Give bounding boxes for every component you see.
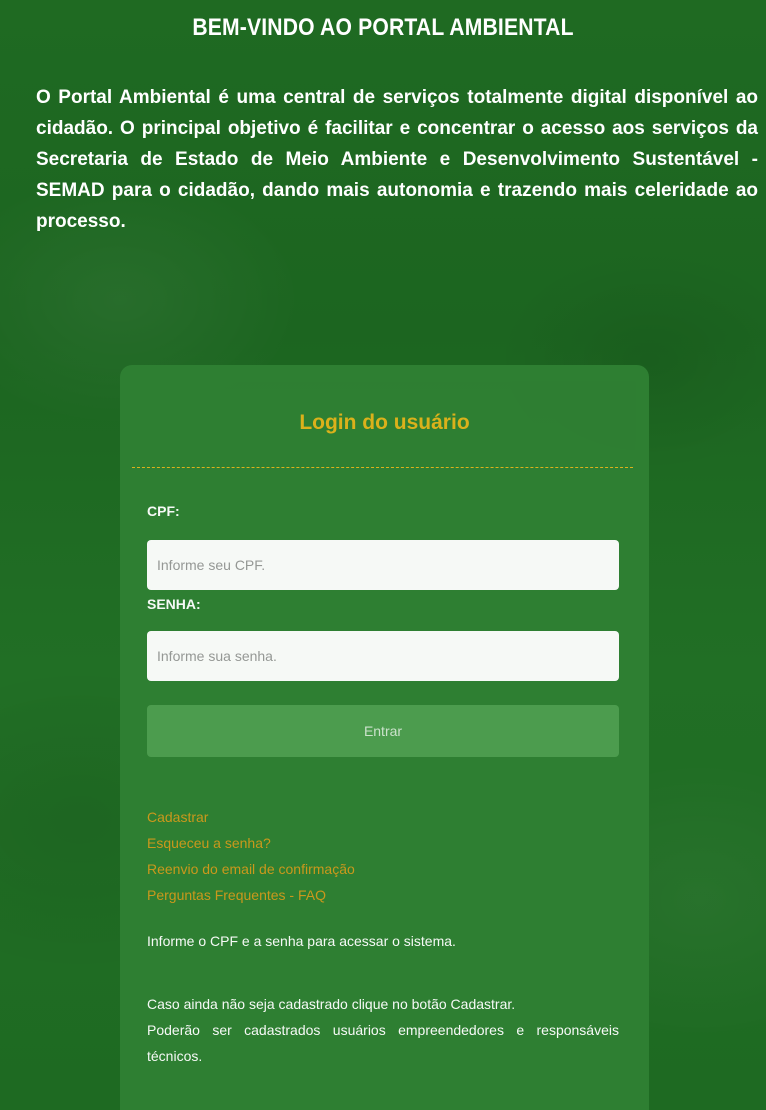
password-label: SENHA: bbox=[147, 596, 201, 612]
not-registered-text: Caso ainda não seja cadastrado clique no… bbox=[147, 996, 516, 1012]
login-card: Login do usuário CPF: SENHA: Entrar Cada… bbox=[120, 365, 649, 1110]
faq-link[interactable]: Perguntas Frequentes - FAQ bbox=[147, 887, 326, 903]
cpf-input[interactable] bbox=[147, 540, 619, 590]
page-title: BEM-VINDO AO PORTAL AMBIENTAL bbox=[192, 14, 574, 41]
forgot-password-link[interactable]: Esqueceu a senha? bbox=[147, 835, 271, 851]
register-link[interactable]: Cadastrar bbox=[147, 809, 208, 825]
cpf-label: CPF: bbox=[147, 503, 180, 519]
login-title: Login do usuário bbox=[299, 411, 470, 434]
password-input[interactable] bbox=[147, 631, 619, 681]
who-can-register-text: Poderão ser cadastrados usuários empreen… bbox=[147, 1022, 619, 1064]
intro-paragraph: O Portal Ambiental é uma central de serv… bbox=[36, 87, 758, 232]
instructions-text: Informe o CPF e a senha para acessar o s… bbox=[147, 933, 456, 949]
resend-email-link[interactable]: Reenvio do email de confirmação bbox=[147, 861, 355, 877]
login-divider bbox=[132, 467, 633, 468]
login-button[interactable]: Entrar bbox=[147, 705, 619, 757]
